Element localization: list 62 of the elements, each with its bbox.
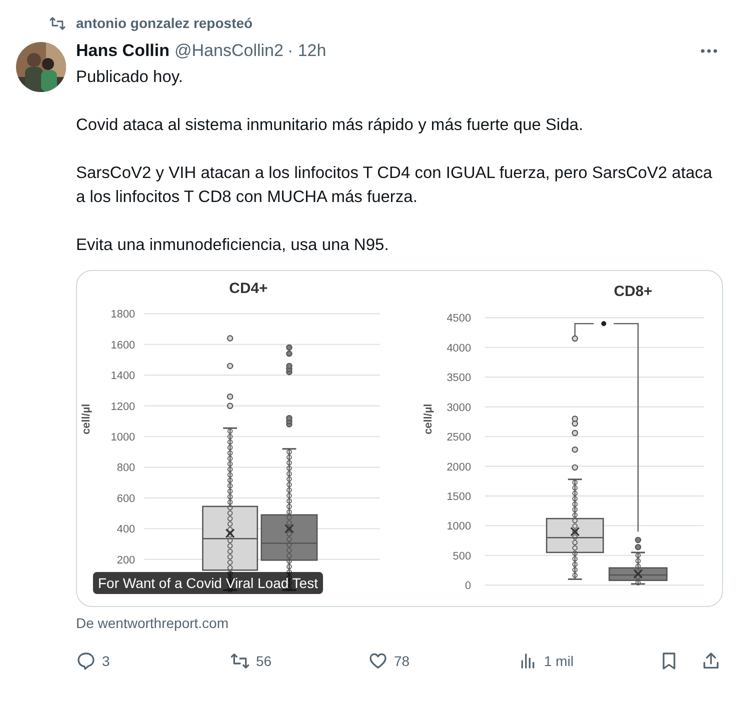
mean-marker xyxy=(284,524,294,534)
axis-tick-label: 3500 xyxy=(446,372,472,384)
axis-tick-label: 600 xyxy=(116,492,136,505)
author-handle[interactable]: @HansCollin2 xyxy=(174,41,284,61)
axis-tick-label: 1800 xyxy=(110,308,136,321)
outlier-point xyxy=(226,362,234,370)
like-count[interactable]: 78 xyxy=(394,653,410,669)
share-icon[interactable] xyxy=(701,651,721,671)
post-text: Publicado hoy. xyxy=(76,67,184,88)
outlier-point xyxy=(572,446,578,453)
median-line xyxy=(261,542,318,544)
repost-icon[interactable] xyxy=(230,651,250,671)
source-link[interactable]: De wentworthreport.com xyxy=(76,615,728,631)
post-text: Covid ataca al sistema inmunitario más rápido y más fuerte que Sida. xyxy=(76,115,584,136)
axis-tick-label: 1600 xyxy=(110,339,136,352)
axis-tick-label: 3000 xyxy=(446,402,472,414)
axis-tick-label: 1500 xyxy=(446,490,472,503)
axis-tick-label: 4500 xyxy=(446,312,472,325)
axis-tick-label: 1400 xyxy=(110,370,136,382)
mean-marker xyxy=(633,569,643,579)
outlier-point xyxy=(572,464,578,471)
outlier-point xyxy=(572,430,578,436)
heart-icon[interactable] xyxy=(368,651,388,671)
chart-title: CD8+ xyxy=(614,284,652,300)
axis-tick-label: 2500 xyxy=(446,432,472,444)
axis-tick-label: 500 xyxy=(452,550,472,562)
axis-tick-label: 2000 xyxy=(446,461,472,474)
median-line xyxy=(546,536,604,538)
axis-tick-label: 800 xyxy=(116,462,136,474)
axis-tick-label: 200 xyxy=(116,554,136,566)
median-line xyxy=(609,574,667,576)
axis-tick-label: 0 xyxy=(464,580,472,592)
repost-count[interactable]: 56 xyxy=(256,653,272,669)
reply-count[interactable]: 3 xyxy=(102,653,110,669)
quartile-box xyxy=(546,518,604,554)
median-line xyxy=(202,538,258,540)
outlier-point xyxy=(226,335,234,342)
repost-icon[interactable] xyxy=(49,14,66,32)
image-caption: For Want of a Covid Viral Load Test xyxy=(93,572,323,594)
outlier-point xyxy=(226,402,234,409)
whisker xyxy=(631,552,646,585)
more-icon[interactable] xyxy=(700,48,718,54)
axis-tick-label: 1000 xyxy=(446,520,472,533)
views-count[interactable]: 1 mil xyxy=(544,653,574,669)
outlier-point xyxy=(226,394,234,400)
axis-label: cell/µl xyxy=(80,404,92,434)
axis-tick-label: 4000 xyxy=(446,342,472,354)
mean-marker xyxy=(225,528,235,538)
chart-title: CD4+ xyxy=(229,280,268,297)
reply-icon[interactable] xyxy=(76,651,96,671)
axis-tick-label: 1000 xyxy=(110,432,136,444)
post-text: SarsCoV2 y VIH atacan a los linfocitos T CD4 con IGUAL fuerza, pero SarsCoV2 ataca a los linfocitos T CD8 con MUCHA más fuerza. xyxy=(76,163,714,208)
post-time[interactable]: · 12h xyxy=(287,41,326,61)
repost-label[interactable]: antonio gonzalez reposteó xyxy=(76,15,253,31)
quartile-box xyxy=(202,506,258,571)
post-text: Evita una inmunodeficiencia, usa una N95. xyxy=(76,235,390,256)
axis-label: cell/µl xyxy=(422,404,434,434)
axis-tick-label: 1200 xyxy=(110,400,136,413)
author-name[interactable]: Hans Collin xyxy=(76,41,170,61)
outlier-point xyxy=(572,335,578,342)
quartile-box xyxy=(260,514,318,561)
axis-tick-label: 400 xyxy=(116,524,136,536)
